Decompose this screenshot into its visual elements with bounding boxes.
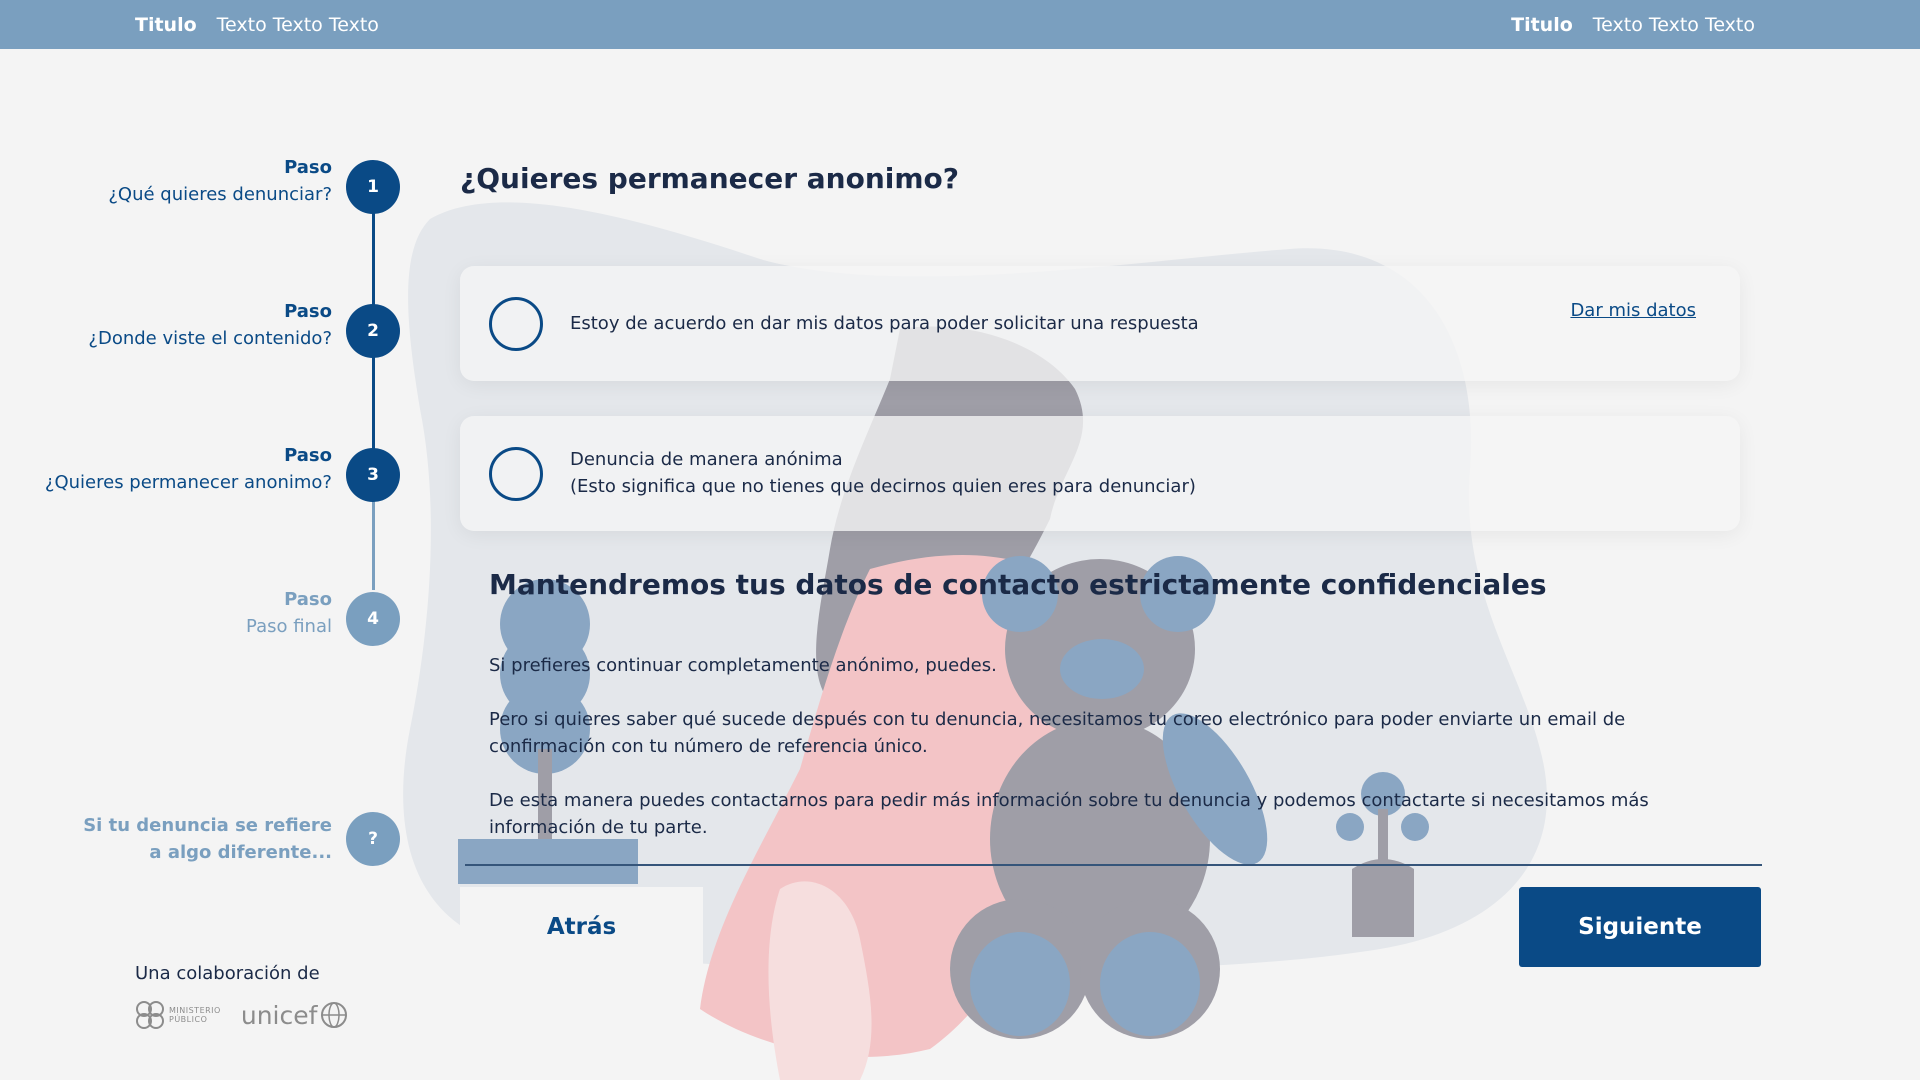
top-bar-left: Titulo Texto Texto Texto bbox=[135, 0, 379, 49]
illustration-bear-foot-left bbox=[950, 899, 1090, 1039]
illustration-bear-pad-right bbox=[1100, 932, 1200, 1036]
step-2-label: ¿Donde viste el contenido? bbox=[88, 328, 332, 349]
step-4-circle[interactable]: 4 bbox=[346, 592, 400, 646]
step-2-paso: Paso bbox=[284, 301, 332, 322]
next-button[interactable]: Siguiente bbox=[1519, 887, 1761, 967]
step-1-label: ¿Qué quieres denunciar? bbox=[108, 184, 332, 205]
illustration-bear-pad-left bbox=[970, 932, 1070, 1036]
ministerio-publico-line2: PÚBLICO bbox=[169, 1015, 208, 1024]
ministerio-publico-line1: MINISTERIO bbox=[169, 1006, 221, 1015]
step-1-circle[interactable]: 1 bbox=[346, 160, 400, 214]
ministerio-publico-emblem-icon bbox=[136, 1001, 164, 1029]
back-button[interactable]: Atrás bbox=[460, 887, 703, 967]
illustration-flower-pot bbox=[1352, 859, 1414, 937]
step-2-circle[interactable]: 2 bbox=[346, 304, 400, 358]
top-bar-right-text[interactable]: Texto Texto Texto bbox=[1593, 14, 1755, 36]
section-title: Mantendremos tus datos de contacto estri… bbox=[489, 568, 1547, 601]
unicef-wordmark: unicef bbox=[240, 1000, 318, 1030]
help-text-line2: a algo diferente... bbox=[149, 842, 332, 863]
step-4-paso: Paso bbox=[284, 589, 332, 610]
option-anonymous[interactable]: Denuncia de manera anónima (Esto signifi… bbox=[460, 416, 1740, 531]
step-3-circle[interactable]: 3 bbox=[346, 448, 400, 502]
top-bar-right-title[interactable]: Titulo bbox=[1511, 14, 1573, 36]
illustration-bear-foot-right bbox=[1080, 899, 1220, 1039]
paragraph-1: Si prefieres continuar completamente anó… bbox=[489, 655, 997, 676]
option-give-data-text: Estoy de acuerdo en dar mis datos para p… bbox=[570, 313, 1199, 334]
illustration-toy-base bbox=[458, 839, 638, 884]
step-3[interactable]: Paso ¿Quieres permanecer anonimo? 3 bbox=[0, 442, 420, 502]
step-4-labels: Paso Paso final bbox=[246, 586, 332, 640]
help-link[interactable]: Si tu denuncia se refiere a algo diferen… bbox=[0, 812, 420, 872]
help-text-line1: Si tu denuncia se refiere bbox=[83, 815, 332, 836]
step-2-labels: Paso ¿Donde viste el contenido? bbox=[88, 298, 332, 352]
option-anonymous-text: Denuncia de manera anónima bbox=[570, 449, 843, 470]
progress-stepper: Paso ¿Qué quieres denunciar? 1 Paso ¿Don… bbox=[0, 150, 420, 870]
step-4-label: Paso final bbox=[246, 616, 332, 637]
help-text[interactable]: Si tu denuncia se refiere a algo diferen… bbox=[83, 812, 332, 866]
option-anonymous-radio[interactable] bbox=[489, 447, 543, 501]
divider bbox=[465, 864, 1762, 866]
step-1-labels: Paso ¿Qué quieres denunciar? bbox=[108, 154, 332, 208]
paragraph-2: Pero si quieres saber qué sucede después… bbox=[489, 709, 1626, 757]
step-4[interactable]: Paso Paso final 4 bbox=[0, 586, 420, 646]
option-give-data[interactable]: Estoy de acuerdo en dar mis datos para p… bbox=[460, 266, 1740, 381]
ministerio-publico-text: MINISTERIO PÚBLICO bbox=[169, 1006, 221, 1024]
option-give-data-radio[interactable] bbox=[489, 297, 543, 351]
option-anonymous-subtext: (Esto significa que no tienes que decirn… bbox=[570, 476, 1196, 497]
partner-logos: MINISTERIO PÚBLICO unicef bbox=[135, 1000, 348, 1030]
unicef-logo: unicef bbox=[241, 1001, 349, 1030]
step-3-paso: Paso bbox=[284, 445, 332, 466]
top-bar-right: Titulo Texto Texto Texto bbox=[1511, 0, 1755, 49]
step-2[interactable]: Paso ¿Donde viste el contenido? 2 bbox=[0, 298, 420, 358]
step-3-label: ¿Quieres permanecer anonimo? bbox=[44, 472, 332, 493]
step-1-paso: Paso bbox=[284, 157, 332, 178]
top-bar-left-title[interactable]: Titulo bbox=[135, 14, 197, 36]
collaboration-label: Una colaboración de bbox=[135, 963, 320, 984]
ministerio-publico-logo: MINISTERIO PÚBLICO bbox=[135, 1000, 221, 1030]
help-icon[interactable]: ? bbox=[346, 812, 400, 866]
step-3-labels: Paso ¿Quieres permanecer anonimo? bbox=[45, 442, 332, 496]
top-bar: Titulo Texto Texto Texto Titulo Texto Te… bbox=[0, 0, 1920, 49]
illustration-leg bbox=[768, 881, 872, 1080]
paragraph-3: De esta manera puedes contactarnos para … bbox=[489, 790, 1649, 838]
top-bar-left-text[interactable]: Texto Texto Texto bbox=[217, 14, 379, 36]
unicef-globe-icon bbox=[321, 1002, 348, 1028]
step-1[interactable]: Paso ¿Qué quieres denunciar? 1 bbox=[0, 154, 420, 214]
page-title: ¿Quieres permanecer anonimo? bbox=[460, 162, 960, 195]
give-data-link[interactable]: Dar mis datos bbox=[1570, 300, 1696, 321]
